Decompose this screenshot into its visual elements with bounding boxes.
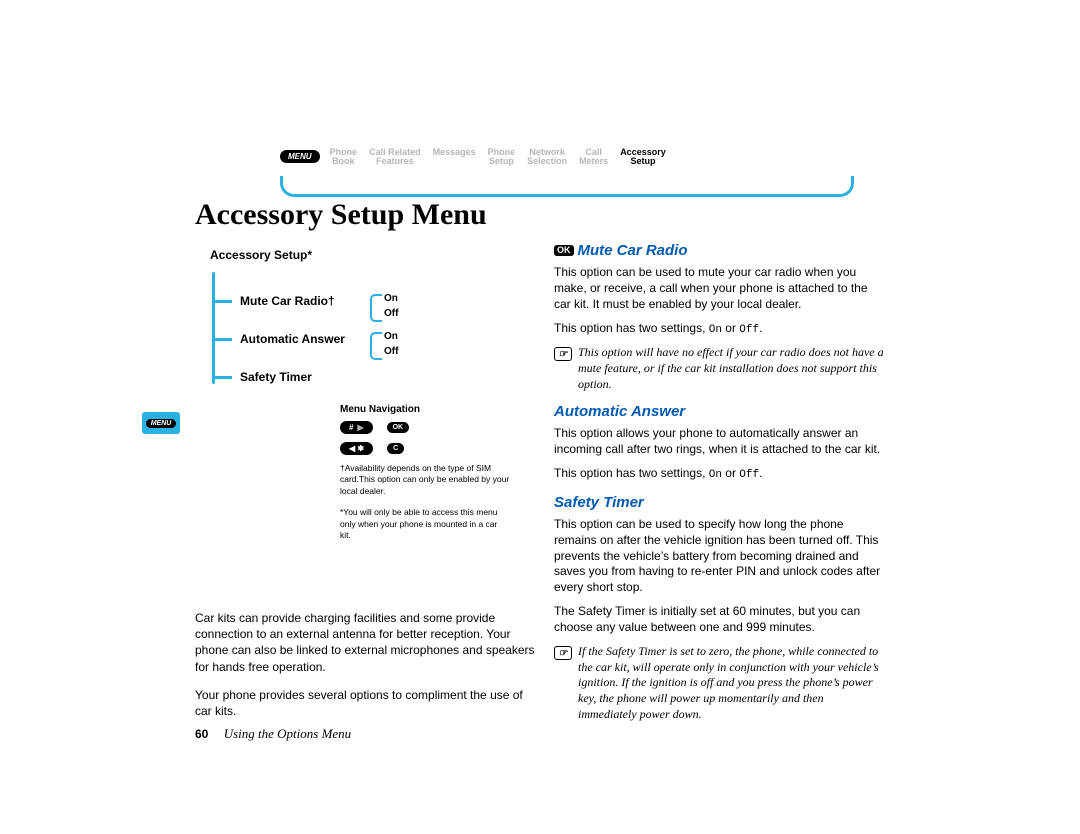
- tree-item-safety-timer: Safety Timer: [240, 370, 312, 384]
- page-number: 60: [195, 727, 208, 741]
- key-ok-pill: OK: [387, 422, 410, 433]
- side-tab: MENU: [142, 412, 180, 434]
- tree-item-automatic-answer: Automatic Answer: [240, 332, 345, 346]
- page-footer: 60 Using the Options Menu: [195, 726, 351, 742]
- top-nav: MENU PhoneBook Call RelatedFeatures Mess…: [280, 148, 865, 167]
- body-paragraph: This option can be used to specify how l…: [554, 517, 884, 597]
- note-text: If the Safety Timer is set to zero, the …: [578, 644, 884, 722]
- footnote-star: *You will only be able to access this me…: [340, 507, 510, 541]
- note-icon: ☞: [554, 646, 572, 660]
- menu-navigation-title: Menu Navigation: [340, 404, 510, 415]
- nav-accessory-setup: AccessorySetup: [614, 148, 672, 167]
- key-c-pill: C: [387, 443, 404, 454]
- body-paragraph: The Safety Timer is initially set at 60 …: [554, 604, 884, 636]
- left-body: Car kits can provide charging facilities…: [195, 610, 535, 731]
- nav-phone-setup: PhoneSetup: [482, 148, 522, 167]
- body-paragraph: This option has two settings, On or Off.: [554, 321, 884, 338]
- nav-call-meters: CallMeters: [573, 148, 614, 167]
- nav-messages: Messages: [427, 148, 482, 157]
- page-title: Accessory Setup Menu: [195, 198, 487, 232]
- body-paragraph: Car kits can provide charging facilities…: [195, 610, 535, 675]
- side-tab-menu-icon: MENU: [146, 419, 177, 428]
- tree-branch: [212, 300, 232, 303]
- tree-opt-group: On Off: [384, 292, 398, 321]
- note: ☞ This option will have no effect if you…: [554, 345, 884, 392]
- tree-opt-on: On: [384, 292, 398, 307]
- note: ☞ If the Safety Timer is set to zero, th…: [554, 644, 884, 722]
- nav-underline: [280, 176, 854, 197]
- body-paragraph: This option can be used to mute your car…: [554, 265, 884, 313]
- tree-opt-group: On Off: [384, 330, 398, 359]
- key-hash-pill: #▶: [340, 421, 373, 434]
- key-star-pill: ◀ ✱: [340, 442, 373, 455]
- nav-network-selection: NetworkSelection: [521, 148, 573, 167]
- section-heading-safety-timer: Safety Timer: [554, 493, 884, 513]
- body-paragraph: Your phone provides several options to c…: [195, 687, 535, 719]
- menu-navigation-legend: Menu Navigation #▶ OK ◀ ✱ C †Availabilit…: [340, 404, 510, 542]
- tree-opt-off: Off: [384, 345, 398, 360]
- chapter-title: Using the Options Menu: [224, 726, 351, 741]
- note-icon: ☞: [554, 347, 572, 361]
- page: MENU PhoneBook Call RelatedFeatures Mess…: [0, 0, 1080, 834]
- bracket-icon: [370, 332, 382, 360]
- body-paragraph: This option has two settings, On or Off.: [554, 466, 884, 483]
- ok-badge-icon: OK: [554, 245, 574, 256]
- bracket-icon: [370, 294, 382, 322]
- body-paragraph: This option allows your phone to automat…: [554, 426, 884, 458]
- tree-branch: [212, 338, 232, 341]
- tree-branch: [212, 376, 232, 379]
- tree-rail: [212, 272, 215, 384]
- tree-title: Accessory Setup*: [210, 248, 510, 262]
- section-heading-mute-car-radio: OK Mute Car Radio: [554, 241, 884, 261]
- nav-phone-book: PhoneBook: [324, 148, 364, 167]
- tree-opt-off: Off: [384, 307, 398, 322]
- section-heading-automatic-answer: Automatic Answer: [554, 402, 884, 422]
- menu-pill: MENU: [280, 150, 320, 163]
- menu-tree: Accessory Setup* Mute Car Radio† Automat…: [210, 248, 510, 398]
- tree-item-mute-car-radio: Mute Car Radio†: [240, 294, 335, 308]
- right-body: OK Mute Car Radio This option can be use…: [554, 241, 884, 722]
- footnote-dagger: †Availability depends on the type of SIM…: [340, 463, 510, 497]
- nav-call-related: Call RelatedFeatures: [363, 148, 427, 167]
- tree-opt-on: On: [384, 330, 398, 345]
- note-text: This option will have no effect if your …: [578, 345, 884, 392]
